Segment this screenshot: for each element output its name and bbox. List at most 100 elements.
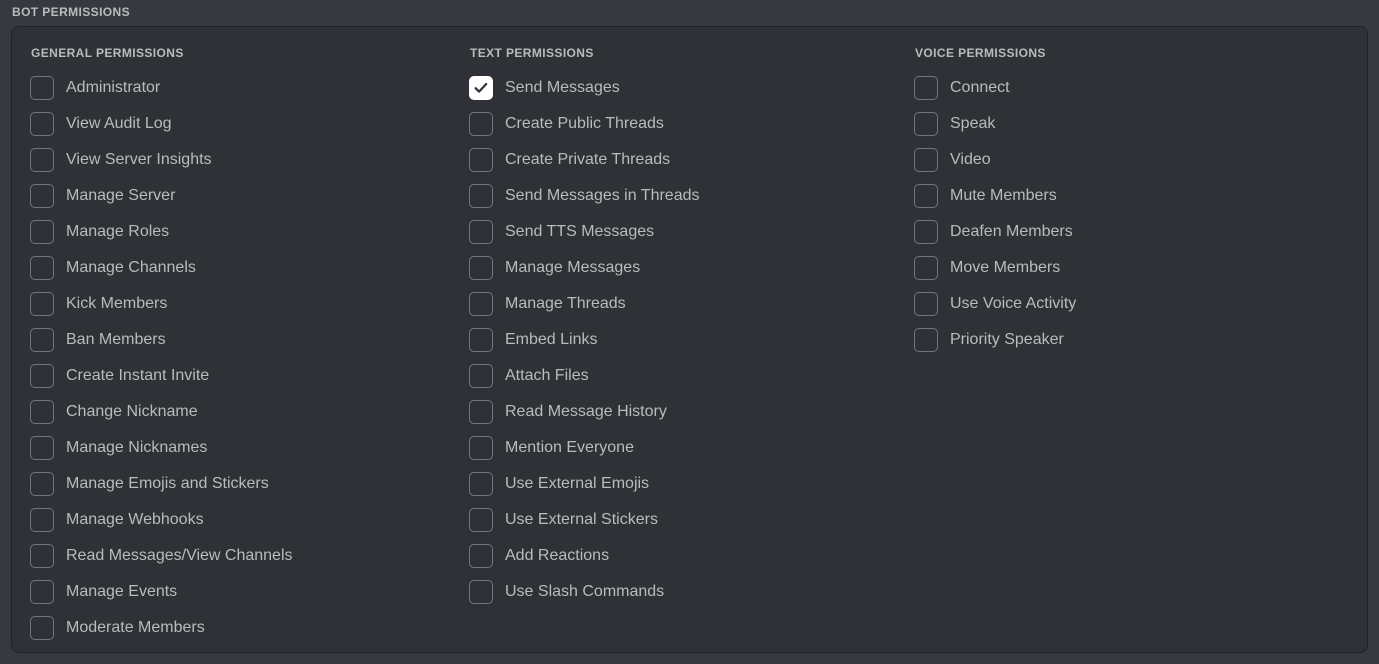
checkbox-attach-files[interactable]: [469, 364, 493, 388]
checkbox-add-reactions[interactable]: [469, 544, 493, 568]
permission-item-deafen-members[interactable]: Deafen Members: [914, 214, 1349, 250]
permission-item-manage-roles[interactable]: Manage Roles: [30, 214, 457, 250]
permission-item-connect[interactable]: Connect: [914, 70, 1349, 106]
checkbox-manage-threads[interactable]: [469, 292, 493, 316]
checkbox-connect[interactable]: [914, 76, 938, 100]
checkbox-manage-events[interactable]: [30, 580, 54, 604]
permission-item-use-external-emojis[interactable]: Use External Emojis: [469, 466, 902, 502]
permission-label: Add Reactions: [505, 546, 609, 566]
permission-item-create-public-threads[interactable]: Create Public Threads: [469, 106, 902, 142]
permission-label: Manage Messages: [505, 258, 640, 278]
checkbox-ban-members[interactable]: [30, 328, 54, 352]
permission-item-administrator[interactable]: Administrator: [30, 70, 457, 106]
checkbox-video[interactable]: [914, 148, 938, 172]
permission-item-change-nickname[interactable]: Change Nickname: [30, 394, 457, 430]
checkbox-manage-messages[interactable]: [469, 256, 493, 280]
checkbox-read-message-history[interactable]: [469, 400, 493, 424]
permission-item-use-external-stickers[interactable]: Use External Stickers: [469, 502, 902, 538]
permission-item-send-tts-messages[interactable]: Send TTS Messages: [469, 214, 902, 250]
permission-item-add-reactions[interactable]: Add Reactions: [469, 538, 902, 574]
permission-item-kick-members[interactable]: Kick Members: [30, 286, 457, 322]
permission-item-create-private-threads[interactable]: Create Private Threads: [469, 142, 902, 178]
checkbox-mention-everyone[interactable]: [469, 436, 493, 460]
permission-label: View Server Insights: [66, 150, 212, 170]
checkbox-speak[interactable]: [914, 112, 938, 136]
checkbox-deafen-members[interactable]: [914, 220, 938, 244]
permission-label: Deafen Members: [950, 222, 1073, 242]
permission-label: Use Slash Commands: [505, 582, 664, 602]
permission-item-speak[interactable]: Speak: [914, 106, 1349, 142]
checkbox-change-nickname[interactable]: [30, 400, 54, 424]
permission-label: Video: [950, 150, 991, 170]
checkbox-manage-emojis-and-stickers[interactable]: [30, 472, 54, 496]
checkbox-manage-webhooks[interactable]: [30, 508, 54, 532]
permission-item-create-instant-invite[interactable]: Create Instant Invite: [30, 358, 457, 394]
checkbox-use-voice-activity[interactable]: [914, 292, 938, 316]
permission-label: Attach Files: [505, 366, 589, 386]
permission-item-manage-channels[interactable]: Manage Channels: [30, 250, 457, 286]
permission-item-read-messages-view-channels[interactable]: Read Messages/View Channels: [30, 538, 457, 574]
permission-item-read-message-history[interactable]: Read Message History: [469, 394, 902, 430]
checkbox-use-external-emojis[interactable]: [469, 472, 493, 496]
permission-label: Manage Webhooks: [66, 510, 204, 530]
permission-item-manage-threads[interactable]: Manage Threads: [469, 286, 902, 322]
checkbox-send-messages-in-threads[interactable]: [469, 184, 493, 208]
permission-item-view-audit-log[interactable]: View Audit Log: [30, 106, 457, 142]
permission-list-text: Send MessagesCreate Public ThreadsCreate…: [469, 70, 902, 610]
permission-item-view-server-insights[interactable]: View Server Insights: [30, 142, 457, 178]
permission-item-use-voice-activity[interactable]: Use Voice Activity: [914, 286, 1349, 322]
permission-item-manage-webhooks[interactable]: Manage Webhooks: [30, 502, 457, 538]
checkbox-manage-channels[interactable]: [30, 256, 54, 280]
check-icon: [473, 80, 489, 96]
page-title: BOT PERMISSIONS: [12, 0, 130, 24]
permission-label: Manage Channels: [66, 258, 196, 278]
permission-item-send-messages[interactable]: Send Messages: [469, 70, 902, 106]
checkbox-use-slash-commands[interactable]: [469, 580, 493, 604]
permission-item-attach-files[interactable]: Attach Files: [469, 358, 902, 394]
checkbox-kick-members[interactable]: [30, 292, 54, 316]
checkbox-move-members[interactable]: [914, 256, 938, 280]
checkbox-create-instant-invite[interactable]: [30, 364, 54, 388]
permission-item-send-messages-in-threads[interactable]: Send Messages in Threads: [469, 178, 902, 214]
checkbox-read-messages-view-channels[interactable]: [30, 544, 54, 568]
checkbox-embed-links[interactable]: [469, 328, 493, 352]
permission-label: Use External Stickers: [505, 510, 658, 530]
checkbox-create-private-threads[interactable]: [469, 148, 493, 172]
checkbox-mute-members[interactable]: [914, 184, 938, 208]
permission-item-mute-members[interactable]: Mute Members: [914, 178, 1349, 214]
checkbox-administrator[interactable]: [30, 76, 54, 100]
checkbox-manage-nicknames[interactable]: [30, 436, 54, 460]
permission-label: Move Members: [950, 258, 1060, 278]
permission-item-manage-events[interactable]: Manage Events: [30, 574, 457, 610]
permission-item-move-members[interactable]: Move Members: [914, 250, 1349, 286]
section-title-text-permissions: TEXT PERMISSIONS: [470, 45, 902, 61]
permission-label: Manage Server: [66, 186, 175, 206]
permission-item-use-slash-commands[interactable]: Use Slash Commands: [469, 574, 902, 610]
checkbox-view-server-insights[interactable]: [30, 148, 54, 172]
permission-item-mention-everyone[interactable]: Mention Everyone: [469, 430, 902, 466]
checkbox-create-public-threads[interactable]: [469, 112, 493, 136]
checkbox-view-audit-log[interactable]: [30, 112, 54, 136]
permission-item-priority-speaker[interactable]: Priority Speaker: [914, 322, 1349, 358]
checkbox-manage-server[interactable]: [30, 184, 54, 208]
permission-item-embed-links[interactable]: Embed Links: [469, 322, 902, 358]
permission-label: Kick Members: [66, 294, 167, 314]
checkbox-send-messages[interactable]: [469, 76, 493, 100]
permission-item-manage-emojis-and-stickers[interactable]: Manage Emojis and Stickers: [30, 466, 457, 502]
checkbox-priority-speaker[interactable]: [914, 328, 938, 352]
permission-item-video[interactable]: Video: [914, 142, 1349, 178]
permission-item-manage-nicknames[interactable]: Manage Nicknames: [30, 430, 457, 466]
permission-item-ban-members[interactable]: Ban Members: [30, 322, 457, 358]
checkbox-manage-roles[interactable]: [30, 220, 54, 244]
permission-label: Manage Roles: [66, 222, 169, 242]
permission-column-general: GENERAL PERMISSIONS AdministratorView Au…: [12, 27, 457, 646]
checkbox-send-tts-messages[interactable]: [469, 220, 493, 244]
permission-item-moderate-members[interactable]: Moderate Members: [30, 610, 457, 646]
permission-item-manage-server[interactable]: Manage Server: [30, 178, 457, 214]
checkbox-use-external-stickers[interactable]: [469, 508, 493, 532]
checkbox-moderate-members[interactable]: [30, 616, 54, 640]
permission-label: Ban Members: [66, 330, 166, 350]
permission-label: Manage Nicknames: [66, 438, 207, 458]
permission-column-voice: VOICE PERMISSIONS ConnectSpeakVideoMute …: [902, 27, 1349, 358]
permission-item-manage-messages[interactable]: Manage Messages: [469, 250, 902, 286]
